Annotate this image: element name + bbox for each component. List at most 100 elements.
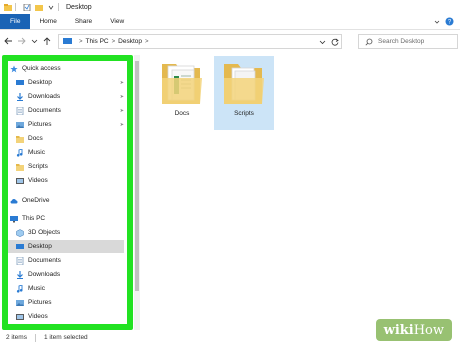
pin-icon: ➤ bbox=[119, 93, 124, 100]
sidebar-item-3d-objects[interactable]: 3D Objects bbox=[16, 226, 124, 239]
back-arrow-icon bbox=[3, 37, 12, 45]
selection-count: 1 item selected bbox=[43, 334, 88, 341]
sidebar-item-quick-access[interactable]: Quick access bbox=[10, 62, 126, 75]
wikihow-watermark: wiki How bbox=[375, 319, 452, 341]
breadcrumb-desktop[interactable]: Desktop bbox=[118, 38, 142, 45]
computer-icon bbox=[10, 215, 18, 222]
sidebar-item-videos-pc[interactable]: Videos bbox=[16, 310, 124, 323]
folder-icon bbox=[224, 64, 264, 104]
scrollbar-thumb[interactable] bbox=[135, 61, 139, 291]
folder-icon bbox=[16, 135, 24, 143]
sidebar-item-label: Pictures bbox=[28, 299, 52, 306]
folder-label: Docs bbox=[174, 110, 190, 117]
download-icon bbox=[17, 92, 23, 101]
back-button[interactable] bbox=[3, 36, 13, 46]
navigation-scrollbar[interactable] bbox=[134, 55, 140, 330]
status-separator bbox=[34, 333, 36, 342]
sidebar-item-label: 3D Objects bbox=[28, 229, 61, 236]
sidebar-item-label: Docs bbox=[28, 135, 43, 142]
sidebar-item-label: Videos bbox=[28, 177, 48, 184]
window-title: Desktop bbox=[66, 3, 92, 11]
tab-share[interactable]: Share bbox=[66, 14, 101, 29]
address-bar[interactable]: > This PC > Desktop > bbox=[58, 34, 342, 49]
breadcrumb-separator: > bbox=[79, 38, 83, 45]
sidebar-item-docs[interactable]: Docs bbox=[16, 132, 124, 145]
pictures-icon bbox=[16, 299, 24, 306]
monitor-icon bbox=[63, 38, 72, 44]
tab-file[interactable]: File bbox=[0, 14, 31, 29]
file-explorer-icon bbox=[4, 3, 12, 11]
chevron-down-icon bbox=[31, 39, 37, 44]
sidebar-item-label: Music bbox=[28, 285, 45, 292]
recent-locations-button[interactable] bbox=[29, 36, 39, 46]
download-icon bbox=[17, 270, 23, 279]
sidebar-item-label: Documents bbox=[28, 107, 61, 114]
sidebar-item-music-pc[interactable]: Music bbox=[16, 282, 124, 295]
sidebar-item-downloads[interactable]: Downloads ➤ bbox=[16, 90, 124, 103]
search-placeholder: Search Desktop bbox=[378, 38, 425, 45]
cube-icon bbox=[16, 228, 24, 237]
sidebar-item-label: OneDrive bbox=[22, 197, 50, 204]
title-separator-2 bbox=[58, 3, 59, 11]
music-icon bbox=[16, 284, 23, 293]
sidebar-item-label: Videos bbox=[28, 313, 48, 320]
desktop-icon bbox=[16, 79, 24, 85]
cloud-icon bbox=[10, 198, 18, 203]
ribbon-tabs: File Home Share View ? bbox=[0, 14, 460, 30]
help-icon[interactable]: ? bbox=[445, 17, 454, 26]
sidebar-item-label: Documents bbox=[28, 257, 61, 264]
music-icon bbox=[16, 148, 23, 157]
sidebar-item-videos[interactable]: Videos bbox=[16, 174, 124, 187]
sidebar-item-desktop[interactable]: Desktop ➤ bbox=[16, 76, 124, 89]
refresh-icon[interactable] bbox=[331, 38, 339, 46]
up-button[interactable] bbox=[42, 36, 52, 46]
sidebar-item-this-pc[interactable]: This PC bbox=[10, 212, 126, 225]
sidebar-item-label: Downloads bbox=[28, 93, 61, 100]
folder-item-docs[interactable]: Docs bbox=[152, 58, 212, 132]
file-list: Docs Scripts bbox=[142, 52, 460, 330]
videos-icon bbox=[16, 313, 24, 320]
expand-ribbon-icon[interactable] bbox=[433, 18, 441, 26]
breadcrumb-separator: > bbox=[145, 38, 149, 45]
quick-access-dropdown-icon[interactable] bbox=[47, 4, 55, 11]
search-icon bbox=[365, 38, 373, 45]
tab-home[interactable]: Home bbox=[30, 14, 65, 29]
address-controls bbox=[317, 35, 341, 48]
sidebar-item-label: This PC bbox=[22, 215, 46, 222]
navigation-pane: Quick access Desktop ➤ Downloads ➤ Docum… bbox=[0, 52, 141, 330]
pin-icon: ➤ bbox=[119, 79, 124, 86]
title-bar: Desktop bbox=[0, 0, 460, 14]
sidebar-item-pictures-pc[interactable]: Pictures bbox=[16, 296, 124, 309]
document-icon bbox=[16, 256, 24, 265]
sidebar-item-music[interactable]: Music bbox=[16, 146, 124, 159]
ribbon-controls: ? bbox=[433, 14, 460, 29]
folder-icon bbox=[162, 64, 202, 104]
forward-arrow-icon bbox=[17, 37, 26, 45]
forward-button[interactable] bbox=[16, 36, 26, 46]
watermark-part1: wiki bbox=[383, 322, 414, 338]
pictures-icon bbox=[16, 121, 24, 128]
sidebar-item-label: Downloads bbox=[28, 271, 61, 278]
star-icon bbox=[10, 65, 18, 72]
sidebar-item-desktop-pc[interactable]: Desktop bbox=[8, 240, 124, 253]
sidebar-item-pictures[interactable]: Pictures ➤ bbox=[16, 118, 124, 131]
sidebar-item-scripts[interactable]: Scripts bbox=[16, 160, 124, 173]
search-box[interactable]: Search Desktop bbox=[358, 34, 458, 49]
breadcrumb-this-pc[interactable]: This PC bbox=[86, 38, 109, 45]
new-folder-icon[interactable] bbox=[35, 4, 43, 11]
sidebar-item-documents-pc[interactable]: Documents bbox=[16, 254, 124, 267]
desktop-icon bbox=[16, 243, 24, 249]
folder-label: Scripts bbox=[234, 110, 254, 117]
sidebar-item-label: Quick access bbox=[22, 65, 61, 72]
document-icon bbox=[16, 106, 24, 115]
sidebar-item-label: Desktop bbox=[28, 243, 52, 250]
sidebar-item-documents[interactable]: Documents ➤ bbox=[16, 104, 124, 117]
folder-item-scripts[interactable]: Scripts bbox=[214, 56, 274, 130]
address-dropdown-icon[interactable] bbox=[319, 39, 326, 45]
sidebar-item-onedrive[interactable]: OneDrive bbox=[10, 194, 126, 207]
sidebar-item-label: Music bbox=[28, 149, 45, 156]
sidebar-item-downloads-pc[interactable]: Downloads bbox=[16, 268, 124, 281]
properties-icon[interactable] bbox=[23, 3, 31, 11]
tab-view[interactable]: View bbox=[101, 14, 133, 29]
item-count: 2 items bbox=[6, 334, 27, 341]
